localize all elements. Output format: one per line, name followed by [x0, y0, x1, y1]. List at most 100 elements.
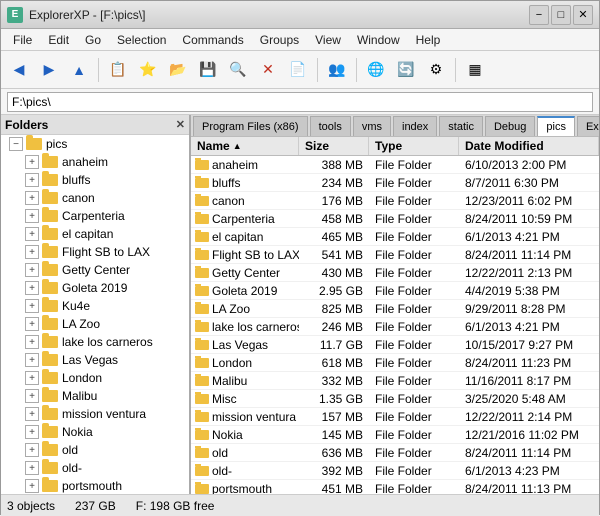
tree-item[interactable]: +old- [1, 459, 189, 477]
back-button[interactable]: ◀ [5, 56, 33, 84]
tree-expand-icon[interactable]: + [25, 425, 39, 439]
menu-item-selection[interactable]: Selection [109, 31, 174, 49]
tree-expand-icon[interactable]: + [25, 191, 39, 205]
table-row[interactable]: Malibu332 MBFile Folder11/16/2011 8:17 P… [191, 372, 599, 390]
table-row[interactable]: portsmouth451 MBFile Folder8/24/2011 11:… [191, 480, 599, 494]
file-tab[interactable]: index [393, 116, 437, 136]
settings-button[interactable]: ⚙ [422, 56, 450, 84]
tree-item[interactable]: +Goleta 2019 [1, 279, 189, 297]
search-button[interactable]: 🔍 [224, 56, 252, 84]
tree-item[interactable]: +LA Zoo [1, 315, 189, 333]
minimize-button[interactable]: − [529, 5, 549, 25]
table-row[interactable]: Carpenteria458 MBFile Folder8/24/2011 10… [191, 210, 599, 228]
tree-expand-icon[interactable]: + [25, 407, 39, 421]
up-button[interactable]: ▲ [65, 56, 93, 84]
table-row[interactable]: Getty Center430 MBFile Folder12/22/2011 … [191, 264, 599, 282]
tree-item[interactable]: +Malibu [1, 387, 189, 405]
table-row[interactable]: old636 MBFile Folder8/24/2011 11:14 PM [191, 444, 599, 462]
copy-button[interactable]: 📋 [104, 56, 132, 84]
tree-expand-icon[interactable]: + [25, 173, 39, 187]
tree-expand-icon[interactable]: + [25, 227, 39, 241]
tree-expand-icon[interactable]: + [25, 299, 39, 313]
maximize-button[interactable]: □ [551, 5, 571, 25]
table-row[interactable]: London618 MBFile Folder8/24/2011 11:23 P… [191, 354, 599, 372]
save-button[interactable]: 💾 [194, 56, 222, 84]
table-row[interactable]: lake los carneros246 MBFile Folder6/1/20… [191, 318, 599, 336]
table-row[interactable]: Goleta 20192.95 GBFile Folder4/4/2019 5:… [191, 282, 599, 300]
tree-expand-icon[interactable]: + [25, 317, 39, 331]
refresh-button[interactable]: 🔄 [392, 56, 420, 84]
tree-item[interactable]: +Carpenteria [1, 207, 189, 225]
tree-expand-icon[interactable]: + [25, 155, 39, 169]
tree-expand-icon[interactable]: + [25, 461, 39, 475]
column-header-date-modified[interactable]: Date Modified [459, 137, 599, 155]
properties-button[interactable]: 📄 [284, 56, 312, 84]
address-input[interactable] [7, 92, 593, 112]
tree-item[interactable]: +old [1, 441, 189, 459]
table-row[interactable]: Flight SB to LAX541 MBFile Folder8/24/20… [191, 246, 599, 264]
menu-item-go[interactable]: Go [77, 31, 109, 49]
menu-item-commands[interactable]: Commands [174, 31, 251, 49]
tree-item[interactable]: +anaheim [1, 153, 189, 171]
tree-item[interactable]: +Las Vegas [1, 351, 189, 369]
tree-item[interactable]: +bluffs [1, 171, 189, 189]
tree-item[interactable]: +Ku4e [1, 297, 189, 315]
tree-item[interactable]: +lake los carneros [1, 333, 189, 351]
file-tab[interactable]: vms [353, 116, 391, 136]
column-header-size[interactable]: Size [299, 137, 369, 155]
tree-item[interactable]: +Nokia [1, 423, 189, 441]
column-header-type[interactable]: Type [369, 137, 459, 155]
file-tab[interactable]: Debug [485, 116, 535, 136]
file-tab[interactable]: Program Files (x86) [193, 116, 308, 136]
tree-expand-icon[interactable]: + [25, 353, 39, 367]
table-row[interactable]: mission ventura157 MBFile Folder12/22/20… [191, 408, 599, 426]
forward-button[interactable]: ▶ [35, 56, 63, 84]
file-tab[interactable]: static [439, 116, 483, 136]
tree-item[interactable]: +mission ventura [1, 405, 189, 423]
table-row[interactable]: bluffs234 MBFile Folder8/7/2011 6:30 PM [191, 174, 599, 192]
table-row[interactable]: LA Zoo825 MBFile Folder9/29/2011 8:28 PM [191, 300, 599, 318]
tree-item[interactable]: +London [1, 369, 189, 387]
tree-expand-icon[interactable]: + [25, 281, 39, 295]
open-button[interactable]: 📂 [164, 56, 192, 84]
tree-item[interactable]: −pics [1, 135, 189, 153]
menu-item-edit[interactable]: Edit [40, 31, 77, 49]
users-button[interactable]: 👥 [323, 56, 351, 84]
view-button[interactable]: ▦ [461, 56, 489, 84]
tree-expand-icon[interactable]: + [25, 245, 39, 259]
table-row[interactable]: Misc1.35 GBFile Folder3/25/2020 5:48 AM [191, 390, 599, 408]
menu-item-window[interactable]: Window [349, 31, 408, 49]
table-row[interactable]: canon176 MBFile Folder12/23/2011 6:02 PM [191, 192, 599, 210]
tree-expand-icon[interactable]: + [25, 209, 39, 223]
close-button[interactable]: ✕ [573, 5, 593, 25]
menu-item-file[interactable]: File [5, 31, 40, 49]
table-row[interactable]: Las Vegas11.7 GBFile Folder10/15/2017 9:… [191, 336, 599, 354]
network-button[interactable]: 🌐 [362, 56, 390, 84]
file-tab[interactable]: tools [310, 116, 351, 136]
tree-item[interactable]: +el capitan [1, 225, 189, 243]
tree-item[interactable]: +Getty Center [1, 261, 189, 279]
menu-item-help[interactable]: Help [408, 31, 449, 49]
table-row[interactable]: Nokia145 MBFile Folder12/21/2016 11:02 P… [191, 426, 599, 444]
close-tree-button[interactable]: ✕ [176, 118, 185, 131]
tree-expand-icon[interactable]: + [25, 263, 39, 277]
tree-item[interactable]: +portsmouth [1, 477, 189, 494]
tree-item[interactable]: +canon [1, 189, 189, 207]
menu-item-view[interactable]: View [307, 31, 349, 49]
menu-item-groups[interactable]: Groups [252, 31, 307, 49]
table-row[interactable]: el capitan465 MBFile Folder6/1/2013 4:21… [191, 228, 599, 246]
tree-expand-icon[interactable]: − [9, 137, 23, 151]
bookmark-button[interactable]: ⭐ [134, 56, 162, 84]
tree-expand-icon[interactable]: + [25, 479, 39, 493]
tree-expand-icon[interactable]: + [25, 371, 39, 385]
file-tab[interactable]: Explore... [577, 116, 599, 136]
column-header-name[interactable]: Name▲ [191, 137, 299, 155]
tree-item[interactable]: +Flight SB to LAX [1, 243, 189, 261]
table-row[interactable]: anaheim388 MBFile Folder6/10/2013 2:00 P… [191, 156, 599, 174]
tree-expand-icon[interactable]: + [25, 443, 39, 457]
tree-expand-icon[interactable]: + [25, 335, 39, 349]
tree-expand-icon[interactable]: + [25, 389, 39, 403]
table-row[interactable]: old-392 MBFile Folder6/1/2013 4:23 PM [191, 462, 599, 480]
delete-button[interactable]: ✕ [254, 56, 282, 84]
file-tab[interactable]: pics [537, 116, 575, 136]
